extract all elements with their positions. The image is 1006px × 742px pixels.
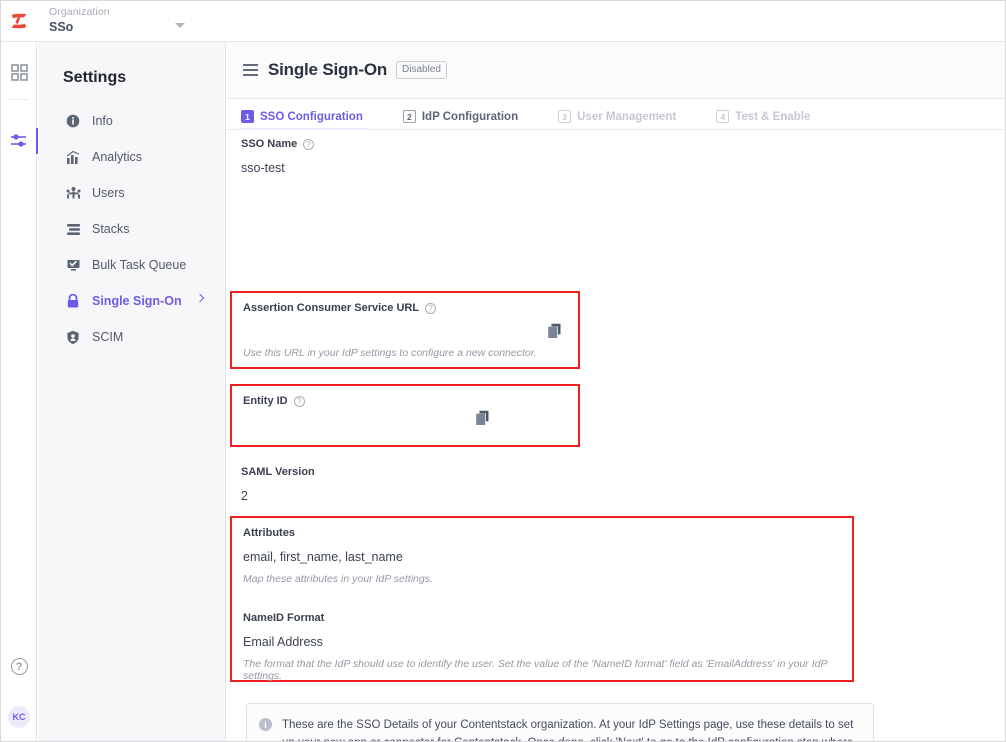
highlight-box-acs-url: Assertion Consumer Service URL ? Use thi…	[230, 291, 580, 369]
main-panel: Single Sign-On Disabled 1 SSO Configurat…	[227, 42, 1005, 742]
highlight-box-entity-id: Entity ID ?	[230, 384, 580, 447]
highlight-box-attributes: Attributes email, first_name, last_name …	[230, 516, 854, 682]
tab-label: SSO Configuration	[260, 111, 363, 123]
sidebar-item-info[interactable]: Info	[38, 103, 225, 139]
organization-label: Organization	[49, 7, 110, 19]
status-badge: Disabled	[396, 61, 447, 79]
organization-selector[interactable]: Organization SSo	[49, 7, 110, 34]
field-label: SSO Name ?	[241, 138, 1005, 150]
sidebar-item-label: Bulk Task Queue	[92, 258, 186, 272]
info-banner: i These are the SSO Details of your Cont…	[246, 703, 874, 742]
tab-test-and-enable: 4 Test & Enable	[716, 110, 810, 129]
page-title: Single Sign-On	[268, 60, 387, 80]
sliders-icon[interactable]	[1, 120, 37, 162]
copy-icon[interactable]	[547, 323, 562, 344]
tab-label: User Management	[577, 111, 676, 123]
field-label: Assertion Consumer Service URL ?	[243, 302, 578, 314]
field-value-acs-url	[243, 325, 578, 341]
field-help-attributes: Map these attributes in your IdP setting…	[243, 573, 852, 585]
settings-sidebar: Settings Info Analytics Users	[38, 42, 226, 742]
tab-idp-configuration[interactable]: 2 IdP Configuration	[403, 110, 518, 129]
icon-rail: ? KC	[1, 42, 37, 742]
info-icon	[63, 114, 83, 128]
grid-icon-glyph	[11, 64, 28, 81]
users-icon	[63, 186, 83, 201]
field-sso-name: SSO Name ? sso-test	[227, 130, 1005, 175]
sidebar-item-label: Single Sign-On	[92, 294, 182, 308]
copy-icon-glyph	[547, 323, 562, 339]
contentstack-logo-icon	[8, 10, 30, 32]
grid-icon[interactable]	[1, 51, 37, 93]
sidebar-item-scim[interactable]: SCIM	[38, 319, 225, 355]
lock-icon	[63, 294, 83, 309]
sidebar-item-label: SCIM	[92, 330, 123, 344]
contentstack-logo[interactable]	[1, 10, 37, 32]
sidebar-title: Settings	[38, 42, 225, 87]
tab-number: 1	[241, 110, 254, 123]
info-banner-text: These are the SSO Details of your Conten…	[282, 717, 859, 742]
chevron-down-icon[interactable]	[175, 23, 185, 28]
copy-icon[interactable]	[475, 410, 490, 431]
sidebar-item-label: Analytics	[92, 150, 142, 164]
field-value-attributes: email, first_name, last_name	[243, 550, 852, 564]
sidebar-item-label: Users	[92, 186, 125, 200]
field-help-nameid-format: The format that the IdP should use to id…	[243, 658, 852, 682]
hamburger-icon[interactable]	[243, 61, 258, 79]
sidebar-item-analytics[interactable]: Analytics	[38, 139, 225, 175]
tab-number: 3	[558, 110, 571, 123]
analytics-icon	[63, 150, 83, 165]
field-saml-version: SAML Version 2	[227, 457, 315, 503]
tab-user-management: 3 User Management	[558, 110, 676, 129]
organization-value: SSo	[49, 21, 110, 35]
sidebar-nav: Info Analytics Users Stacks	[38, 103, 225, 355]
help-tooltip-icon[interactable]: ?	[425, 303, 436, 314]
sidebar-item-stacks[interactable]: Stacks	[38, 211, 225, 247]
page-header: Single Sign-On Disabled	[227, 42, 1005, 99]
tab-label: IdP Configuration	[422, 111, 518, 123]
chevron-right-icon[interactable]	[196, 294, 204, 302]
scim-shield-icon	[63, 330, 83, 345]
app-window: Organization SSo ? KC	[0, 0, 1006, 742]
field-value-nameid-format: Email Address	[243, 635, 852, 649]
bulk-task-queue-icon	[63, 258, 83, 273]
top-bar: Organization SSo	[1, 1, 1005, 42]
help-icon[interactable]: ?	[11, 658, 28, 675]
rail-divider	[9, 99, 29, 100]
tab-label: Test & Enable	[735, 111, 810, 123]
help-tooltip-icon[interactable]: ?	[303, 139, 314, 150]
sidebar-item-label: Info	[92, 114, 113, 128]
sidebar-item-single-sign-on[interactable]: Single Sign-On	[38, 283, 225, 319]
field-label: Entity ID ?	[243, 395, 578, 407]
field-label: SAML Version	[241, 466, 315, 478]
field-value-entity-id	[243, 418, 578, 434]
sidebar-item-bulk-task-queue[interactable]: Bulk Task Queue	[38, 247, 225, 283]
rail-bottom-group: ? KC	[1, 658, 37, 728]
sso-configuration-form: SSO Name ? sso-test Assertion Consumer S…	[227, 130, 1005, 175]
sidebar-item-label: Stacks	[92, 222, 130, 236]
field-help-acs-url: Use this URL in your IdP settings to con…	[243, 347, 578, 359]
info-icon: i	[259, 718, 272, 731]
stacks-icon	[63, 222, 83, 237]
step-tabs: 1 SSO Configuration 2 IdP Configuration …	[227, 99, 1005, 130]
field-value-saml-version: 2	[241, 489, 315, 503]
sidebar-item-users[interactable]: Users	[38, 175, 225, 211]
help-tooltip-icon[interactable]: ?	[294, 396, 305, 407]
sliders-icon-glyph	[10, 132, 28, 150]
field-label: Attributes	[243, 527, 852, 539]
avatar[interactable]: KC	[8, 706, 30, 728]
field-value-sso-name: sso-test	[241, 161, 1005, 175]
copy-icon-glyph	[475, 410, 490, 426]
tab-sso-configuration[interactable]: 1 SSO Configuration	[241, 110, 363, 129]
tab-number: 2	[403, 110, 416, 123]
field-label: NameID Format	[243, 612, 852, 624]
tab-number: 4	[716, 110, 729, 123]
